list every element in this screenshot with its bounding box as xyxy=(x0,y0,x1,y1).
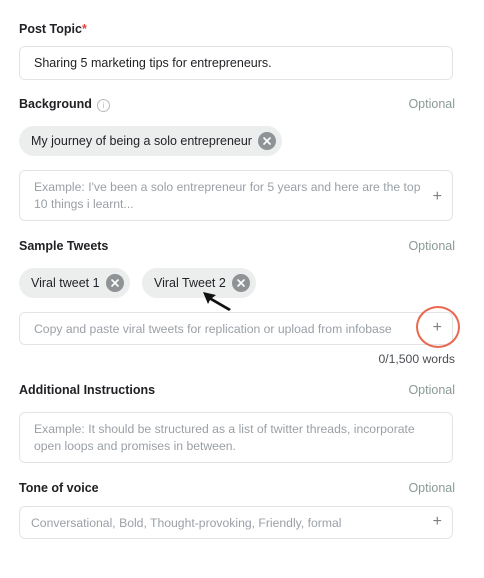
background-label-text: Background xyxy=(19,97,92,111)
post-topic-label: Post Topic* xyxy=(19,22,87,36)
sample-tweets-label: Sample Tweets xyxy=(19,239,109,253)
word-count: 0/1,500 words xyxy=(378,352,455,366)
additional-instructions-label: Additional Instructions xyxy=(19,383,156,397)
background-input[interactable]: Example: I've been a solo entrepreneur f… xyxy=(19,170,453,221)
sample-tweets-input[interactable]: Copy and paste viral tweets for replicat… xyxy=(19,312,453,345)
additional-instructions-input[interactable]: Example: It should be structured as a li… xyxy=(19,412,453,463)
additional-instructions-optional: Optional xyxy=(408,383,455,397)
sample-tweet-chip-1: Viral tweet 1 xyxy=(19,268,130,298)
tone-of-voice-add-icon[interactable]: + xyxy=(433,514,442,530)
background-label: Background i xyxy=(19,97,110,112)
post-topic-input[interactable]: Sharing 5 marketing tips for entrepreneu… xyxy=(19,46,453,80)
tone-of-voice-placeholder: Conversational, Bold, Thought-provoking,… xyxy=(31,516,342,530)
sample-tweet-chip-label: Viral Tweet 2 xyxy=(154,276,226,290)
tone-of-voice-optional: Optional xyxy=(408,481,455,495)
post-topic-value: Sharing 5 marketing tips for entrepreneu… xyxy=(34,56,272,70)
remove-chip-icon[interactable] xyxy=(257,132,276,150)
post-topic-label-text: Post Topic xyxy=(19,22,82,36)
background-optional: Optional xyxy=(408,97,455,111)
remove-chip-icon[interactable] xyxy=(105,274,124,292)
tone-of-voice-input[interactable]: Conversational, Bold, Thought-provoking,… xyxy=(19,506,453,539)
sample-tweets-placeholder: Copy and paste viral tweets for replicat… xyxy=(34,322,392,336)
background-chip: My journey of being a solo entrepreneur xyxy=(19,126,282,156)
background-add-icon[interactable]: + xyxy=(433,189,442,205)
sample-tweet-chip-label: Viral tweet 1 xyxy=(31,276,100,290)
cursor-arrow-icon xyxy=(203,292,231,311)
highlight-circle xyxy=(416,306,460,348)
info-icon[interactable]: i xyxy=(96,99,110,112)
required-asterisk: * xyxy=(81,22,87,36)
sample-tweets-optional: Optional xyxy=(408,239,455,253)
background-placeholder: Example: I've been a solo entrepreneur f… xyxy=(34,180,421,211)
sample-tweet-chip-2: Viral Tweet 2 xyxy=(142,268,256,298)
tone-of-voice-label: Tone of voice xyxy=(19,481,99,495)
background-chip-label: My journey of being a solo entrepreneur xyxy=(31,134,252,148)
additional-instructions-placeholder: Example: It should be structured as a li… xyxy=(34,422,415,453)
